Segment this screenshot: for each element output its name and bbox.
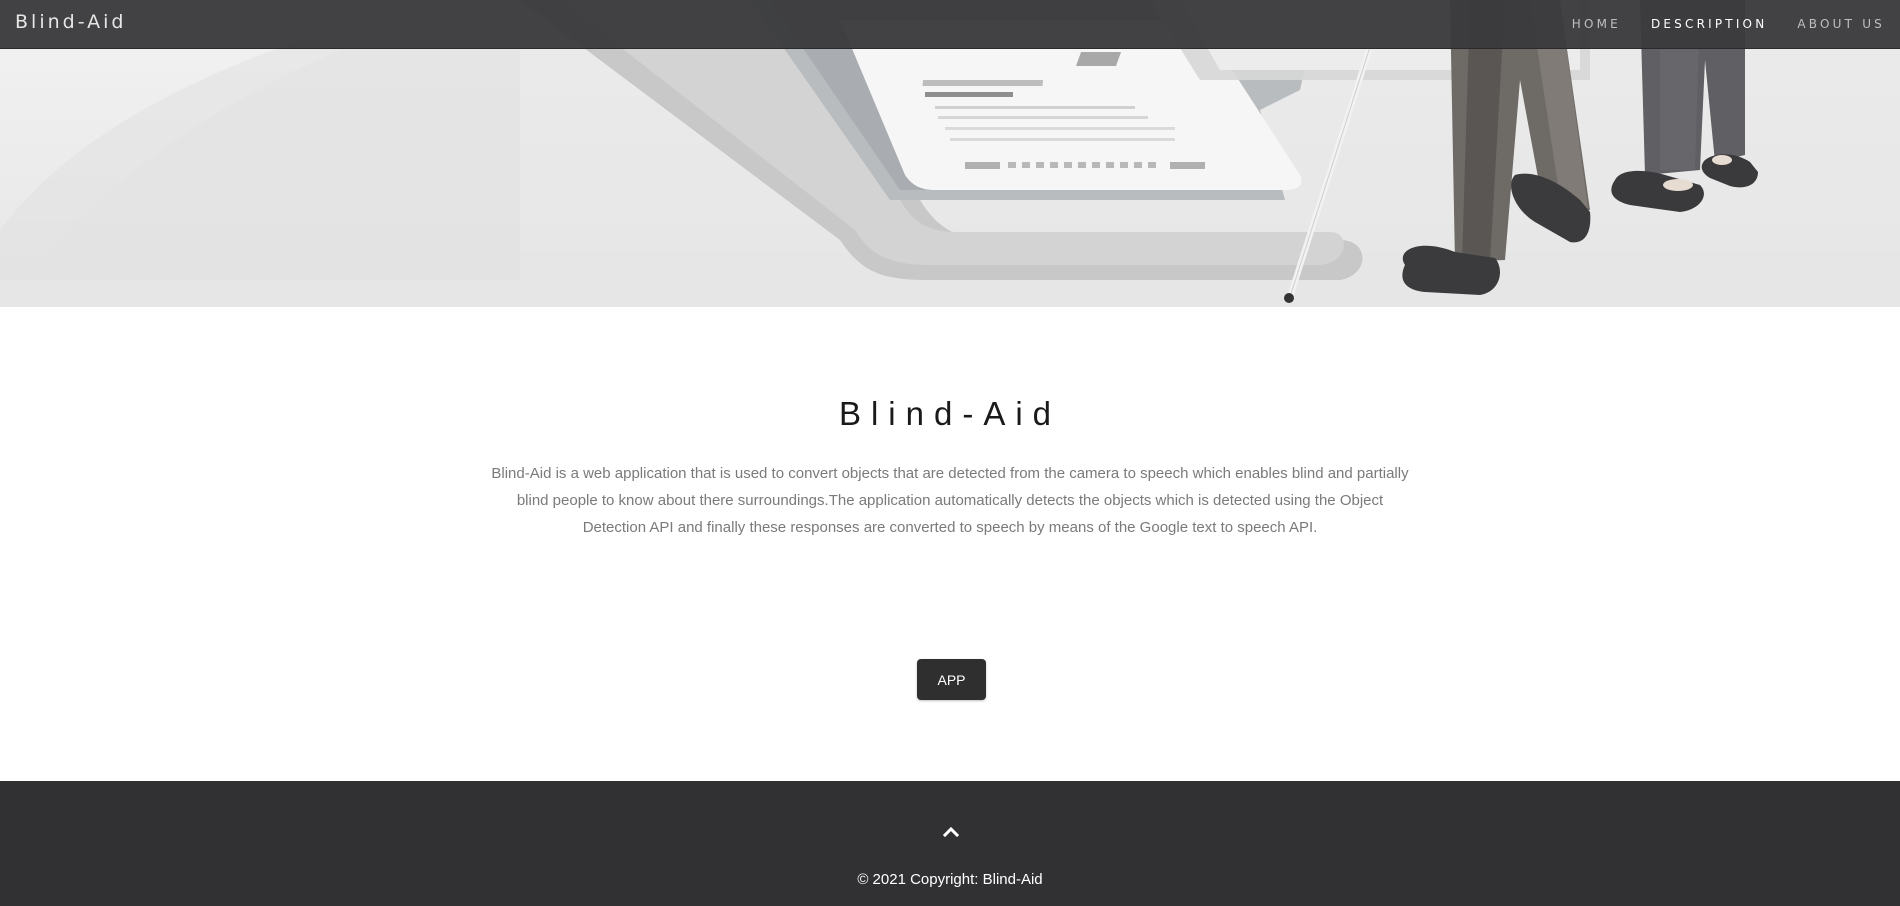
description-section: Blind-Aid Blind-Aid is a web application… bbox=[0, 307, 1900, 781]
nav-link-about-us[interactable]: ABOUT US bbox=[1782, 17, 1900, 31]
copyright-text: © 2021 Copyright: Blind-Aid bbox=[857, 871, 1043, 888]
nav-links: HOME DESCRIPTION ABOUT US bbox=[1557, 0, 1900, 48]
nav-link-description[interactable]: DESCRIPTION bbox=[1636, 17, 1782, 31]
scroll-to-top-button[interactable] bbox=[937, 817, 965, 845]
nav-link-home[interactable]: HOME bbox=[1557, 17, 1636, 31]
description-title: Blind-Aid bbox=[838, 395, 1062, 432]
brand-logo-link[interactable]: Blind-Aid bbox=[15, 11, 126, 33]
app-button[interactable]: APP bbox=[917, 659, 986, 700]
description-text: Blind-Aid is a web application that is u… bbox=[491, 465, 1409, 536]
top-navbar: Blind-Aid HOME DESCRIPTION ABOUT US bbox=[0, 0, 1900, 49]
chevron-up-icon bbox=[943, 826, 959, 837]
page-footer: © 2021 Copyright: Blind-Aid bbox=[0, 781, 1900, 906]
